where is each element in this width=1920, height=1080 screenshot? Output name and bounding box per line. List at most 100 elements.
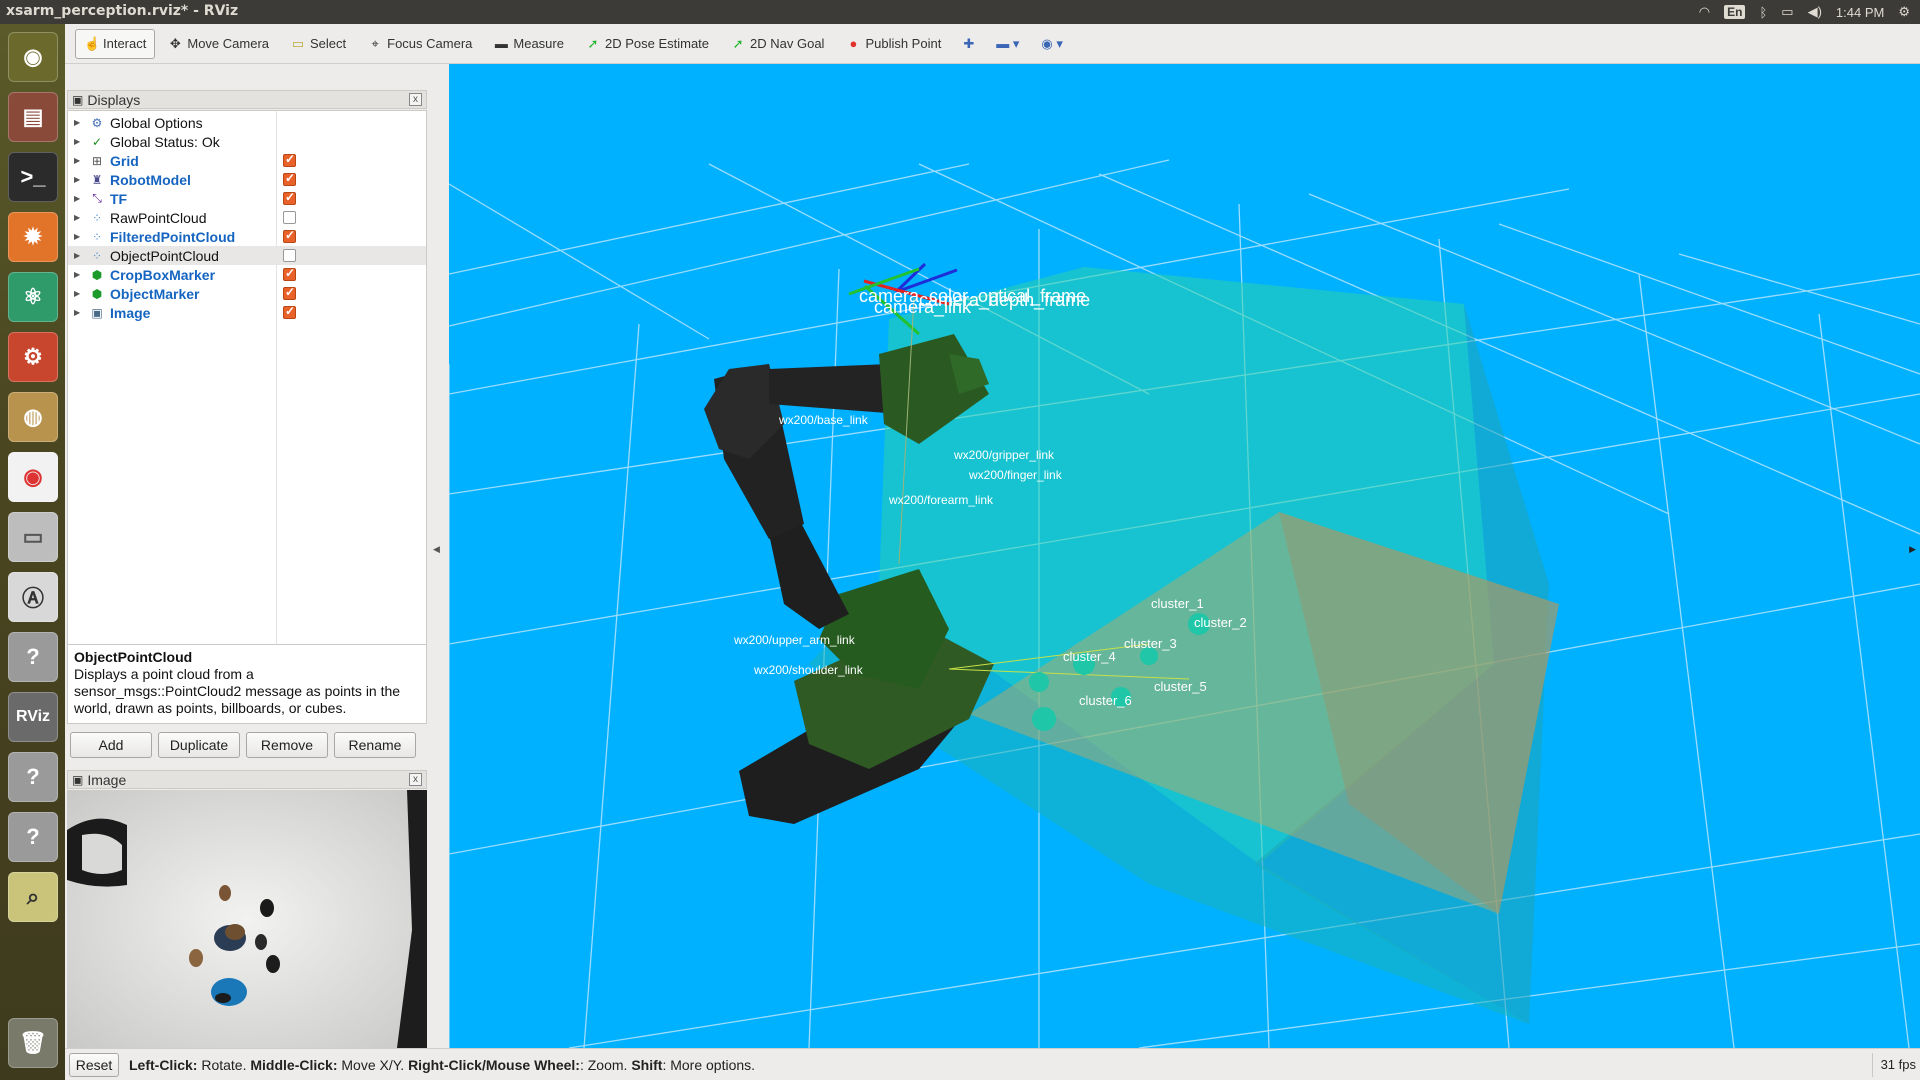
hint-key: Left-Click: [129, 1056, 198, 1073]
plus-icon[interactable]: ✚ [954, 29, 983, 59]
bluetooth-icon[interactable]: ᛒ [1759, 5, 1767, 20]
enable-checkbox[interactable] [283, 171, 296, 186]
measure-icon: ▬ [494, 36, 508, 51]
duplicate-button[interactable]: Duplicate [158, 732, 240, 758]
tool-2d-pose-estimate[interactable]: ➚ 2D Pose Estimate [577, 29, 718, 59]
tool-focus-camera[interactable]: ⌖ Focus Camera [359, 29, 481, 59]
pose-arrow-icon: ➚ [587, 35, 599, 51]
unknown-app-icon[interactable]: ? [8, 752, 58, 802]
display-item-global-options[interactable]: ▶ ⚙ Global Options [68, 113, 426, 132]
3d-render-view[interactable]: camera_color_optical_frame camera_link c… [449, 64, 1920, 1048]
image-panel-title: Image [87, 771, 127, 788]
expand-arrow-icon[interactable]: ▶ [74, 289, 88, 298]
display-item-objectpointcloud[interactable]: ▶ ⁘ ObjectPointCloud [68, 246, 426, 265]
close-icon[interactable]: x [409, 773, 422, 786]
enable-checkbox[interactable] [283, 228, 296, 243]
display-item-image[interactable]: ▶ ▣ Image [68, 303, 426, 322]
move-camera-icon: ✥ [169, 35, 181, 51]
image-panel-header: ▣ Image x [67, 770, 427, 789]
cluster-label: cluster_3 [1124, 636, 1177, 651]
tool-move-camera[interactable]: ✥ Move Camera [159, 29, 278, 59]
axes-icon: ⤡ [92, 191, 102, 205]
expand-arrow-icon[interactable]: ▶ [74, 213, 88, 222]
enable-checkbox[interactable] [283, 249, 296, 262]
camera-image-drawing [67, 790, 427, 1048]
image-viewer-icon[interactable]: ⌕ [8, 872, 58, 922]
atom-editor-icon[interactable]: ⚛ [8, 272, 58, 322]
battery-icon[interactable]: ▭ [1781, 4, 1793, 20]
display-item-robotmodel[interactable]: ▶ ♜ RobotModel [68, 170, 426, 189]
tool-2d-nav-goal[interactable]: ➚ 2D Nav Goal [722, 29, 833, 59]
collapse-left-icon[interactable]: ◀ [433, 544, 440, 555]
display-item-tf[interactable]: ▶ ⤡ TF [68, 189, 426, 208]
reset-button[interactable]: Reset [69, 1052, 119, 1077]
disk-drive-icon[interactable]: ▭ [8, 512, 58, 562]
chrome-icon[interactable]: ◉ [8, 452, 58, 502]
focus-camera-icon: ⌖ [371, 35, 379, 51]
expand-arrow-icon[interactable]: ▶ [74, 270, 88, 279]
remove-button[interactable]: Remove [246, 732, 328, 758]
pin-icon: ● [849, 36, 858, 51]
close-icon[interactable]: x [409, 93, 422, 106]
power-gear-icon[interactable]: ⚙ [1898, 4, 1910, 20]
expand-arrow-icon[interactable]: ▶ [74, 232, 88, 241]
display-item-cropboxmarker[interactable]: ▶ ⬢ CropBoxMarker [68, 265, 426, 284]
image-icon: ▣ [91, 305, 103, 320]
panel-splitter[interactable]: ◀ [431, 64, 445, 1048]
eye-icon[interactable]: ◉ ▾ [1032, 29, 1071, 59]
rviz-window: ☝ Interact ✥ Move Camera ▭ Select ⌖ Focus Camer… [65, 24, 1920, 1080]
tool-select[interactable]: ▭ Select [282, 29, 355, 59]
display-item-rawpointcloud[interactable]: ▶ ⁘ RawPointCloud [68, 208, 426, 227]
trash-icon[interactable]: 🗑 [8, 1018, 58, 1068]
display-item-label: ObjectPointCloud [110, 247, 219, 264]
volume-icon[interactable]: ◀) [1808, 4, 1822, 20]
rviz-icon[interactable]: RViz [8, 692, 58, 742]
enable-checkbox[interactable] [283, 285, 296, 300]
display-item-global-status-ok[interactable]: ▶ ✓ Global Status: Ok [68, 132, 426, 151]
language-indicator[interactable]: En [1724, 5, 1746, 19]
link-label: wx200/gripper_link [953, 448, 1055, 462]
system-tools-icon[interactable]: ⚙ [8, 332, 58, 382]
expand-arrow-icon[interactable]: ▶ [74, 118, 88, 127]
ubuntu-dash-icon[interactable]: ◉ [8, 32, 58, 82]
displays-tree: ▶ ⚙ Global Options ▶ ✓ Global Status: Ok ▶ ⊞ Gri… [67, 110, 427, 650]
unknown-app-icon[interactable]: ? [8, 812, 58, 862]
minus-icon[interactable]: ▬ ▾ [987, 29, 1028, 59]
tool-interact[interactable]: ☝ Interact [75, 28, 156, 59]
wifi-icon[interactable]: ◠ [1699, 4, 1710, 20]
expand-arrow-icon[interactable]: ▶ [74, 251, 88, 260]
files-icon[interactable]: ▤ [8, 92, 58, 142]
display-item-label: RobotModel [110, 171, 191, 188]
web-browser-globe-icon[interactable]: ◍ [8, 392, 58, 442]
display-description: ObjectPointCloud Displays a point cloud … [67, 644, 427, 724]
expand-arrow-icon[interactable]: ▶ [74, 137, 88, 146]
settings-puzzle-icon[interactable]: ✹ [8, 212, 58, 262]
tool-label: Interact [103, 36, 147, 51]
tool-measure[interactable]: ▬ Measure [485, 29, 573, 59]
display-item-filteredpointcloud[interactable]: ▶ ⁘ FilteredPointCloud [68, 227, 426, 246]
collapse-right-icon[interactable]: ▶ [1909, 544, 1916, 555]
enable-checkbox[interactable] [283, 266, 296, 281]
expand-arrow-icon[interactable]: ▶ [74, 156, 88, 165]
tool-publish-point[interactable]: ● Publish Point [837, 29, 950, 59]
enable-checkbox[interactable] [283, 304, 296, 319]
display-item-objectmarker[interactable]: ▶ ⬢ ObjectMarker [68, 284, 426, 303]
expand-arrow-icon[interactable]: ▶ [74, 308, 88, 317]
clock[interactable]: 1:44 PM [1836, 5, 1884, 20]
add-button[interactable]: Add [70, 732, 152, 758]
3d-scene[interactable]: camera_color_optical_frame camera_link c… [449, 64, 1920, 1048]
camera-image [67, 790, 427, 1048]
expand-arrow-icon[interactable]: ▶ [74, 194, 88, 203]
hint-key: Shift [631, 1056, 663, 1073]
enable-checkbox[interactable] [283, 152, 296, 167]
unknown-app-icon[interactable]: ? [8, 632, 58, 682]
enable-checkbox[interactable] [283, 190, 296, 205]
software-center-icon[interactable]: Ⓐ [8, 572, 58, 622]
tool-label: 2D Nav Goal [750, 36, 825, 51]
terminal-icon[interactable]: >_ [8, 152, 58, 202]
enable-checkbox[interactable] [283, 211, 296, 224]
cluster-label: cluster_4 [1063, 649, 1116, 664]
expand-arrow-icon[interactable]: ▶ [74, 175, 88, 184]
rename-button[interactable]: Rename [334, 732, 416, 758]
display-item-grid[interactable]: ▶ ⊞ Grid [68, 151, 426, 170]
